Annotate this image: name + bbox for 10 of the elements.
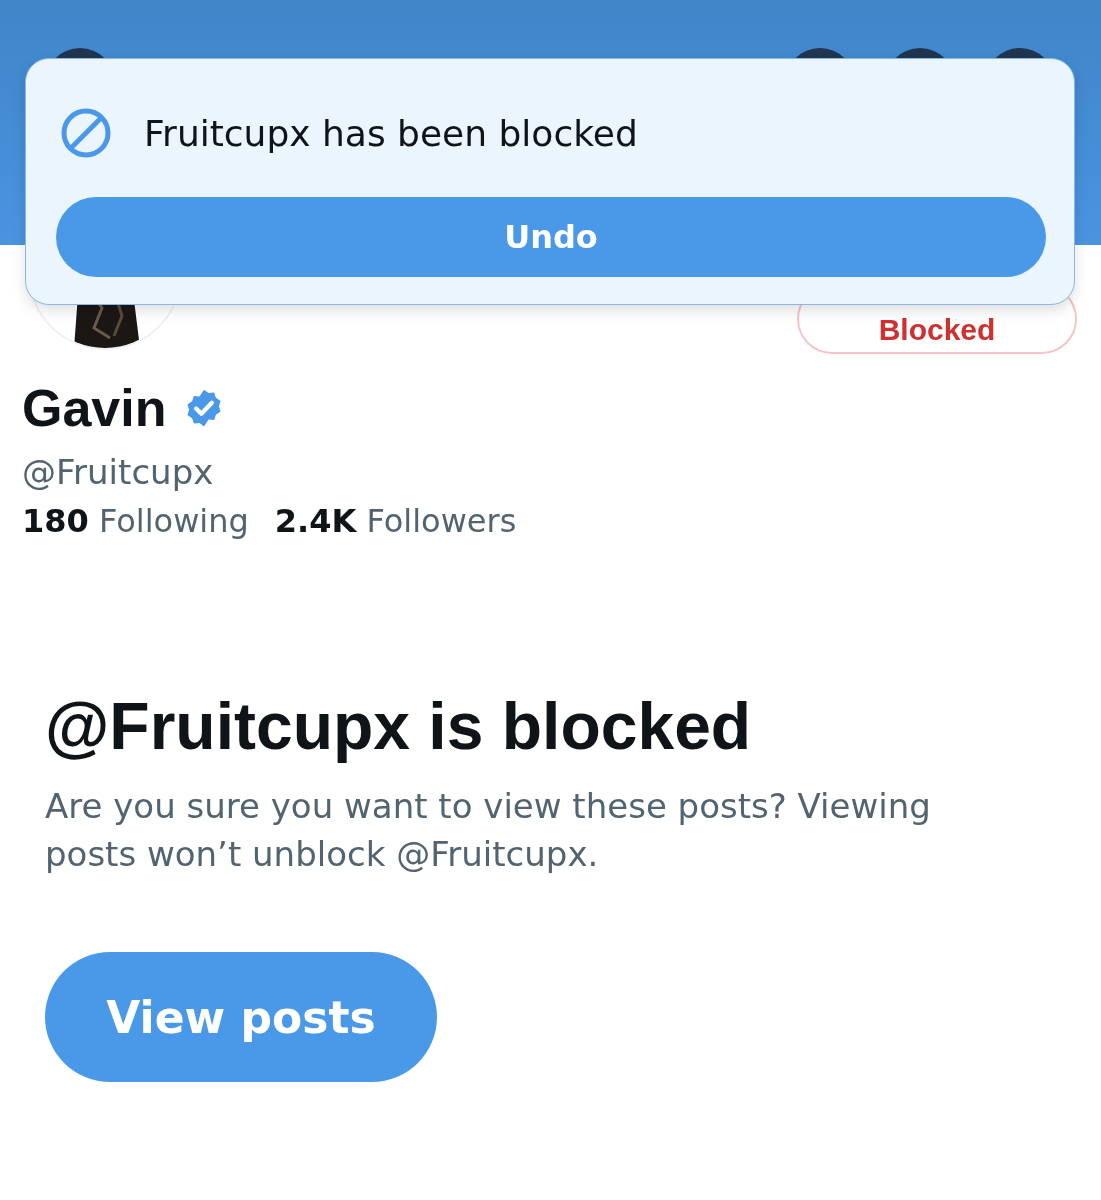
blocked-heading: @Fruitcupx is blocked (45, 688, 753, 764)
display-name: Gavin (22, 378, 167, 438)
undo-button[interactable]: Undo (56, 197, 1046, 277)
follow-count-link[interactable]: 180 Following (22, 502, 249, 540)
blocked-message: Are you sure you want to view these posts? Viewing posts won’t unblock @Fruitcupx. (45, 785, 932, 876)
view-posts-button[interactable]: View posts (45, 952, 437, 1082)
toast-message: Fruitcupx has been blocked (144, 112, 638, 154)
username: @Fruitcupx (22, 452, 215, 492)
block-icon (60, 107, 112, 159)
follow-count-link[interactable]: 2.4K Followers (274, 502, 517, 540)
